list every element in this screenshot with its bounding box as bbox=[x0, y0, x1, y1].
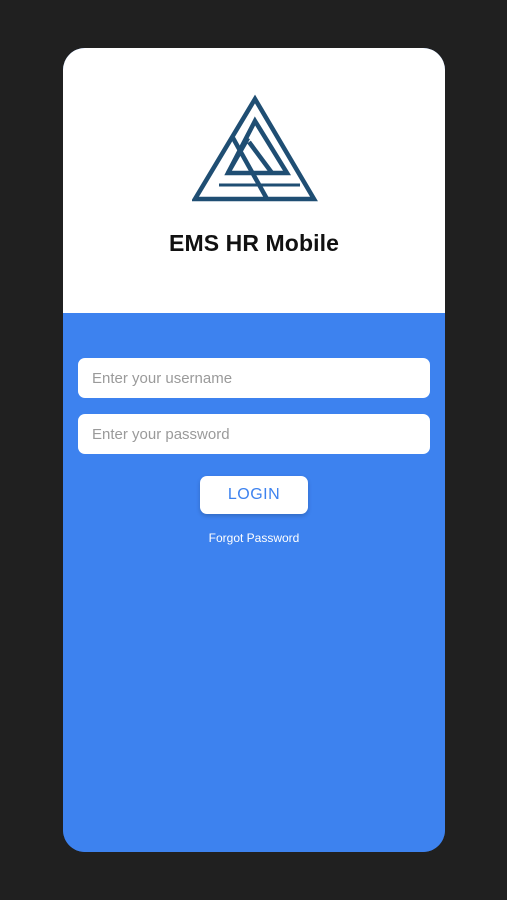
triangle-logo-icon bbox=[191, 94, 318, 202]
username-input[interactable] bbox=[78, 358, 430, 398]
login-header: EMS HR Mobile bbox=[63, 48, 445, 313]
forgot-password-link[interactable]: Forgot Password bbox=[63, 531, 445, 545]
app-title: EMS HR Mobile bbox=[169, 230, 339, 256]
phone-screen: EMS HR Mobile LOGIN Forgot Password bbox=[63, 48, 445, 852]
login-button[interactable]: LOGIN bbox=[200, 476, 308, 514]
app-logo bbox=[191, 93, 318, 204]
login-form: LOGIN Forgot Password bbox=[63, 313, 445, 852]
password-input[interactable] bbox=[78, 414, 430, 454]
